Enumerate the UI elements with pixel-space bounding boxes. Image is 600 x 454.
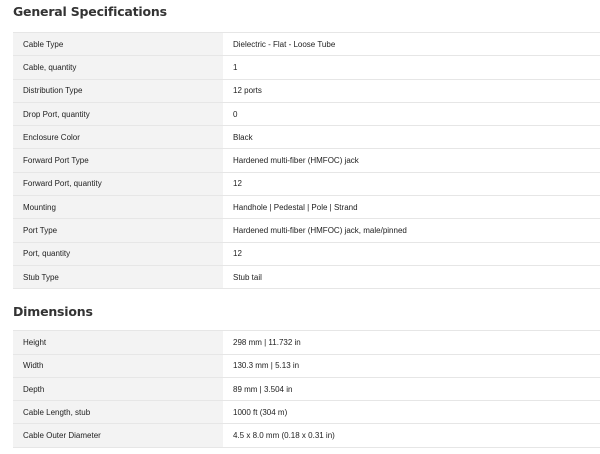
table-row: Width 130.3 mm | 5.13 in <box>13 353 600 378</box>
section-title-general-specifications: General Specifications <box>13 4 167 19</box>
row-label: Cable Type <box>13 31 223 56</box>
row-value: 89 mm | 3.504 in <box>223 376 600 401</box>
table-row: Cable, quantity 1 <box>13 55 600 80</box>
row-value: 12 <box>223 171 600 196</box>
section-title-dimensions: Dimensions <box>13 304 93 320</box>
row-label: Mounting <box>13 195 223 219</box>
row-value: 0 <box>223 101 600 126</box>
row-label: Forward Port Type <box>13 148 223 173</box>
table-row: Stub Type Stub tail <box>13 264 600 290</box>
row-value: 1000 ft (304 m) <box>223 400 600 424</box>
row-label: Height <box>13 330 223 355</box>
table-row: Enclosure Color Black <box>13 125 600 149</box>
row-value: 4.5 x 8.0 mm (0.18 x 0.31 in) <box>223 423 600 448</box>
table-row: Port Type Hardened multi-fiber (HMFOC) ja… <box>13 218 600 243</box>
row-label: Port, quantity <box>13 241 223 266</box>
row-label: Enclosure Color <box>13 125 223 149</box>
general-specifications-table: Cable Type Dielectric - Flat - Loose Tube… <box>13 31 600 290</box>
row-label: Cable, quantity <box>13 55 223 80</box>
row-value: 12 <box>223 241 600 266</box>
row-value: Handhole | Pedestal | Pole | Strand <box>223 195 600 219</box>
row-label: Forward Port, quantity <box>13 171 223 196</box>
table-row: Cable Outer Diameter 4.5 x 8.0 mm (0.18 x… <box>13 423 600 448</box>
table-row: Port, quantity 12 <box>13 241 600 266</box>
table-row: Depth 89 mm | 3.504 in <box>13 376 600 401</box>
row-label: Depth <box>13 376 223 401</box>
table-row: Distribution Type 12 ports <box>13 78 600 103</box>
row-value: 12 ports <box>223 78 600 103</box>
row-value: 1 <box>223 55 600 80</box>
table-row: Forward Port Type Hardened multi-fiber (H… <box>13 148 600 173</box>
row-label: Cable Length, stub <box>13 400 223 424</box>
row-label: Drop Port, quantity <box>13 101 223 126</box>
row-label: Stub Type <box>13 264 223 290</box>
row-value: Black <box>223 125 600 149</box>
table-row: Height 298 mm | 11.732 in <box>13 330 600 355</box>
row-value: 298 mm | 11.732 in <box>223 330 600 355</box>
row-label: Cable Outer Diameter <box>13 423 223 448</box>
row-label: Port Type <box>13 218 223 243</box>
row-value: Hardened multi-fiber (HMFOC) jack, male/… <box>223 218 600 243</box>
row-label: Distribution Type <box>13 78 223 103</box>
dimensions-table: Height 298 mm | 11.732 in Width 130.3 mm |… <box>13 330 600 448</box>
row-value: Hardened multi-fiber (HMFOC) jack <box>223 148 600 173</box>
row-value: Dielectric - Flat - Loose Tube <box>223 31 600 56</box>
row-value: Stub tail <box>223 264 600 290</box>
table-row: Drop Port, quantity 0 <box>13 101 600 126</box>
row-label: Width <box>13 353 223 378</box>
table-row: Cable Type Dielectric - Flat - Loose Tube <box>13 31 600 56</box>
row-value: 130.3 mm | 5.13 in <box>223 353 600 378</box>
table-row: Cable Length, stub 1000 ft (304 m) <box>13 400 600 424</box>
table-row: Forward Port, quantity 12 <box>13 171 600 196</box>
table-row: Mounting Handhole | Pedestal | Pole | Str… <box>13 195 600 219</box>
